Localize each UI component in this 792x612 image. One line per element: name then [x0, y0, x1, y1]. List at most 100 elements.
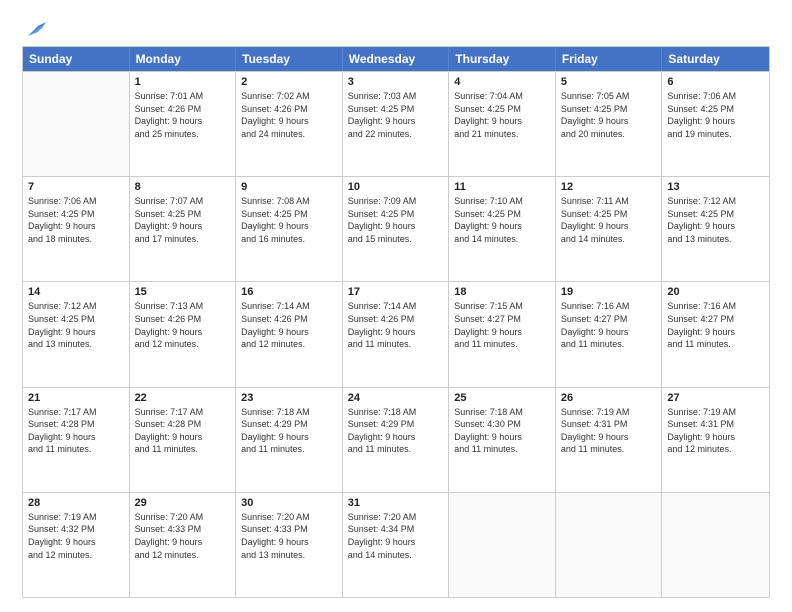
- day-cell-17: 17 Sunrise: 7:14 AM Sunset: 4:26 PM Dayli…: [343, 282, 450, 386]
- day-cell-31: 31Sunrise: 7:20 AM Sunset: 4:34 PM Dayli…: [343, 493, 450, 597]
- day-number: 15: [135, 286, 231, 298]
- week-row-2: 7Sunrise: 7:06 AM Sunset: 4:25 PM Daylig…: [23, 176, 769, 281]
- day-info: Sunrise: 7:05 AM Sunset: 4:25 PM Dayligh…: [561, 90, 657, 140]
- day-cell-13: 13 Sunrise: 7:12 AM Sunset: 4:25 PM Dayli…: [662, 177, 769, 281]
- day-number: 1: [135, 76, 231, 88]
- day-info: Sunrise: 7:07 AM Sunset: 4:25 PM Dayligh…: [135, 195, 231, 245]
- day-info: Sunrise: 7:20 AM Sunset: 4:33 PM Dayligh…: [241, 511, 337, 561]
- day-cell-11: 11 Sunrise: 7:10 AM Sunset: 4:25 PM Dayli…: [449, 177, 556, 281]
- day-info: Sunrise: 7:13 AM Sunset: 4:26 PM Dayligh…: [135, 300, 231, 350]
- header-day-sunday: Sunday: [23, 47, 130, 71]
- day-number: 6: [667, 76, 764, 88]
- day-number: 10: [348, 181, 444, 193]
- day-cell-9: 9 Sunrise: 7:08 AM Sunset: 4:25 PM Daylig…: [236, 177, 343, 281]
- day-info: Sunrise: 7:09 AM Sunset: 4:25 PM Dayligh…: [348, 195, 444, 245]
- day-cell-empty: [449, 493, 556, 597]
- day-number: 13: [667, 181, 764, 193]
- day-cell-24: 24 Sunrise: 7:18 AM Sunset: 4:29 PM Dayli…: [343, 388, 450, 492]
- day-cell-4: 4 Sunrise: 7:04 AM Sunset: 4:25 PM Daylig…: [449, 72, 556, 176]
- day-info: Sunrise: 7:02 AM Sunset: 4:26 PM Dayligh…: [241, 90, 337, 140]
- day-info: Sunrise: 7:10 AM Sunset: 4:25 PM Dayligh…: [454, 195, 550, 245]
- day-info: Sunrise: 7:16 AM Sunset: 4:27 PM Dayligh…: [561, 300, 657, 350]
- day-number: 18: [454, 286, 550, 298]
- day-number: 4: [454, 76, 550, 88]
- header-day-friday: Friday: [556, 47, 663, 71]
- day-cell-22: 22Sunrise: 7:17 AM Sunset: 4:28 PM Dayli…: [130, 388, 237, 492]
- day-cell-25: 25 Sunrise: 7:18 AM Sunset: 4:30 PM Dayli…: [449, 388, 556, 492]
- logo-icon: [24, 18, 46, 40]
- header-day-wednesday: Wednesday: [343, 47, 450, 71]
- day-cell-10: 10 Sunrise: 7:09 AM Sunset: 4:25 PM Dayli…: [343, 177, 450, 281]
- day-info: Sunrise: 7:18 AM Sunset: 4:29 PM Dayligh…: [348, 406, 444, 456]
- day-info: Sunrise: 7:12 AM Sunset: 4:25 PM Dayligh…: [667, 195, 764, 245]
- day-info: Sunrise: 7:15 AM Sunset: 4:27 PM Dayligh…: [454, 300, 550, 350]
- day-cell-empty: [662, 493, 769, 597]
- day-cell-3: 3Sunrise: 7:03 AM Sunset: 4:25 PM Daylig…: [343, 72, 450, 176]
- day-number: 3: [348, 76, 444, 88]
- day-number: 20: [667, 286, 764, 298]
- day-info: Sunrise: 7:04 AM Sunset: 4:25 PM Dayligh…: [454, 90, 550, 140]
- day-number: 5: [561, 76, 657, 88]
- day-cell-27: 27 Sunrise: 7:19 AM Sunset: 4:31 PM Dayli…: [662, 388, 769, 492]
- day-info: Sunrise: 7:01 AM Sunset: 4:26 PM Dayligh…: [135, 90, 231, 140]
- day-number: 23: [241, 392, 337, 404]
- day-cell-2: 2 Sunrise: 7:02 AM Sunset: 4:26 PM Daylig…: [236, 72, 343, 176]
- day-number: 25: [454, 392, 550, 404]
- day-number: 29: [135, 497, 231, 509]
- day-number: 17: [348, 286, 444, 298]
- day-info: Sunrise: 7:16 AM Sunset: 4:27 PM Dayligh…: [667, 300, 764, 350]
- day-cell-30: 30 Sunrise: 7:20 AM Sunset: 4:33 PM Dayli…: [236, 493, 343, 597]
- day-info: Sunrise: 7:17 AM Sunset: 4:28 PM Dayligh…: [135, 406, 231, 456]
- day-cell-1: 1 Sunrise: 7:01 AM Sunset: 4:26 PM Daylig…: [130, 72, 237, 176]
- day-cell-23: 23Sunrise: 7:18 AM Sunset: 4:29 PM Dayli…: [236, 388, 343, 492]
- day-info: Sunrise: 7:19 AM Sunset: 4:31 PM Dayligh…: [667, 406, 764, 456]
- day-info: Sunrise: 7:14 AM Sunset: 4:26 PM Dayligh…: [348, 300, 444, 350]
- day-number: 26: [561, 392, 657, 404]
- day-info: Sunrise: 7:20 AM Sunset: 4:33 PM Dayligh…: [135, 511, 231, 561]
- day-info: Sunrise: 7:14 AM Sunset: 4:26 PM Dayligh…: [241, 300, 337, 350]
- header-day-monday: Monday: [130, 47, 237, 71]
- week-row-3: 14 Sunrise: 7:12 AM Sunset: 4:25 PM Dayli…: [23, 281, 769, 386]
- day-info: Sunrise: 7:19 AM Sunset: 4:32 PM Dayligh…: [28, 511, 124, 561]
- day-cell-21: 21 Sunrise: 7:17 AM Sunset: 4:28 PM Dayli…: [23, 388, 130, 492]
- day-info: Sunrise: 7:12 AM Sunset: 4:25 PM Dayligh…: [28, 300, 124, 350]
- day-number: 16: [241, 286, 337, 298]
- day-number: 28: [28, 497, 124, 509]
- day-cell-6: 6 Sunrise: 7:06 AM Sunset: 4:25 PM Daylig…: [662, 72, 769, 176]
- day-number: 9: [241, 181, 337, 193]
- week-row-4: 21 Sunrise: 7:17 AM Sunset: 4:28 PM Dayli…: [23, 387, 769, 492]
- day-info: Sunrise: 7:18 AM Sunset: 4:30 PM Dayligh…: [454, 406, 550, 456]
- day-info: Sunrise: 7:06 AM Sunset: 4:25 PM Dayligh…: [28, 195, 124, 245]
- day-cell-29: 29 Sunrise: 7:20 AM Sunset: 4:33 PM Dayli…: [130, 493, 237, 597]
- calendar-body: 1 Sunrise: 7:01 AM Sunset: 4:26 PM Daylig…: [23, 71, 769, 597]
- header-day-saturday: Saturday: [662, 47, 769, 71]
- day-cell-5: 5 Sunrise: 7:05 AM Sunset: 4:25 PM Daylig…: [556, 72, 663, 176]
- day-number: 24: [348, 392, 444, 404]
- day-cell-7: 7Sunrise: 7:06 AM Sunset: 4:25 PM Daylig…: [23, 177, 130, 281]
- header-day-tuesday: Tuesday: [236, 47, 343, 71]
- day-info: Sunrise: 7:08 AM Sunset: 4:25 PM Dayligh…: [241, 195, 337, 245]
- header: [22, 18, 770, 38]
- week-row-5: 28 Sunrise: 7:19 AM Sunset: 4:32 PM Dayli…: [23, 492, 769, 597]
- day-cell-19: 19 Sunrise: 7:16 AM Sunset: 4:27 PM Dayli…: [556, 282, 663, 386]
- day-number: 19: [561, 286, 657, 298]
- day-number: 2: [241, 76, 337, 88]
- day-number: 31: [348, 497, 444, 509]
- day-info: Sunrise: 7:06 AM Sunset: 4:25 PM Dayligh…: [667, 90, 764, 140]
- day-cell-empty: [23, 72, 130, 176]
- day-info: Sunrise: 7:19 AM Sunset: 4:31 PM Dayligh…: [561, 406, 657, 456]
- day-cell-8: 8Sunrise: 7:07 AM Sunset: 4:25 PM Daylig…: [130, 177, 237, 281]
- calendar: SundayMondayTuesdayWednesdayThursdayFrid…: [22, 46, 770, 598]
- day-cell-15: 15 Sunrise: 7:13 AM Sunset: 4:26 PM Dayli…: [130, 282, 237, 386]
- day-number: 14: [28, 286, 124, 298]
- day-number: 12: [561, 181, 657, 193]
- day-number: 30: [241, 497, 337, 509]
- day-number: 21: [28, 392, 124, 404]
- calendar-header-row: SundayMondayTuesdayWednesdayThursdayFrid…: [23, 47, 769, 71]
- day-number: 11: [454, 181, 550, 193]
- day-cell-28: 28 Sunrise: 7:19 AM Sunset: 4:32 PM Dayli…: [23, 493, 130, 597]
- day-info: Sunrise: 7:17 AM Sunset: 4:28 PM Dayligh…: [28, 406, 124, 456]
- day-info: Sunrise: 7:11 AM Sunset: 4:25 PM Dayligh…: [561, 195, 657, 245]
- day-cell-empty: [556, 493, 663, 597]
- day-number: 27: [667, 392, 764, 404]
